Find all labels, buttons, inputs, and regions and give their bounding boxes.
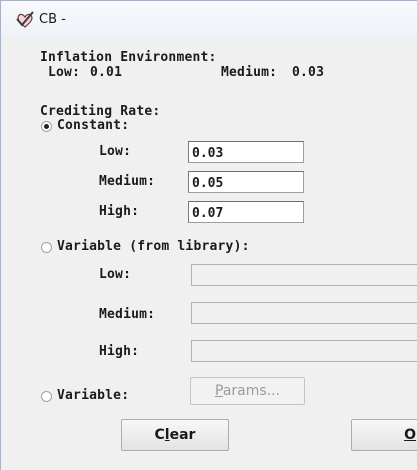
app-icon [16,11,34,28]
variable-label[interactable]: Variable: [57,388,129,403]
inflation-low-label: Low: [48,65,81,80]
clear-button-post: ear [169,427,196,443]
constant-label[interactable]: Constant: [57,118,129,133]
constant-high-input[interactable] [188,201,304,223]
window-title: CB - [39,12,66,27]
dialog-window: CB - Inflation Environment: Low: 0.01 Me… [0,0,417,470]
constant-radio[interactable] [41,121,52,132]
title-bar[interactable]: CB - [1,1,417,39]
variable-radio[interactable] [41,391,52,402]
library-high-label: High: [99,344,140,359]
library-high-input[interactable] [191,340,417,362]
inflation-heading: Inflation Environment: [40,50,217,65]
params-button-mnemonic: P [214,383,223,399]
constant-medium-label: Medium: [99,174,156,189]
params-button[interactable]: Params... [190,377,305,405]
inflation-low-value: 0.01 [90,65,123,80]
library-low-input[interactable] [191,264,417,286]
ok-button-mnemonic: O [404,427,416,443]
constant-high-label: High: [99,204,140,219]
library-low-label: Low: [99,267,132,282]
crediting-heading: Crediting Rate: [40,104,161,119]
inflation-medium-label: Medium: [221,65,278,80]
clear-button[interactable]: Clear [121,419,229,451]
variable-library-label[interactable]: Variable (from library): [57,239,250,254]
constant-low-label: Low: [99,144,132,159]
inflation-medium-value: 0.03 [292,65,325,80]
library-medium-input[interactable] [191,302,417,324]
clear-button-pre: C [154,427,165,443]
constant-medium-input[interactable] [188,171,304,193]
params-button-label: arams... [222,383,281,399]
ok-button[interactable]: O [351,419,417,451]
variable-library-radio[interactable] [41,242,52,253]
constant-low-input[interactable] [188,141,304,163]
library-medium-label: Medium: [99,307,156,322]
